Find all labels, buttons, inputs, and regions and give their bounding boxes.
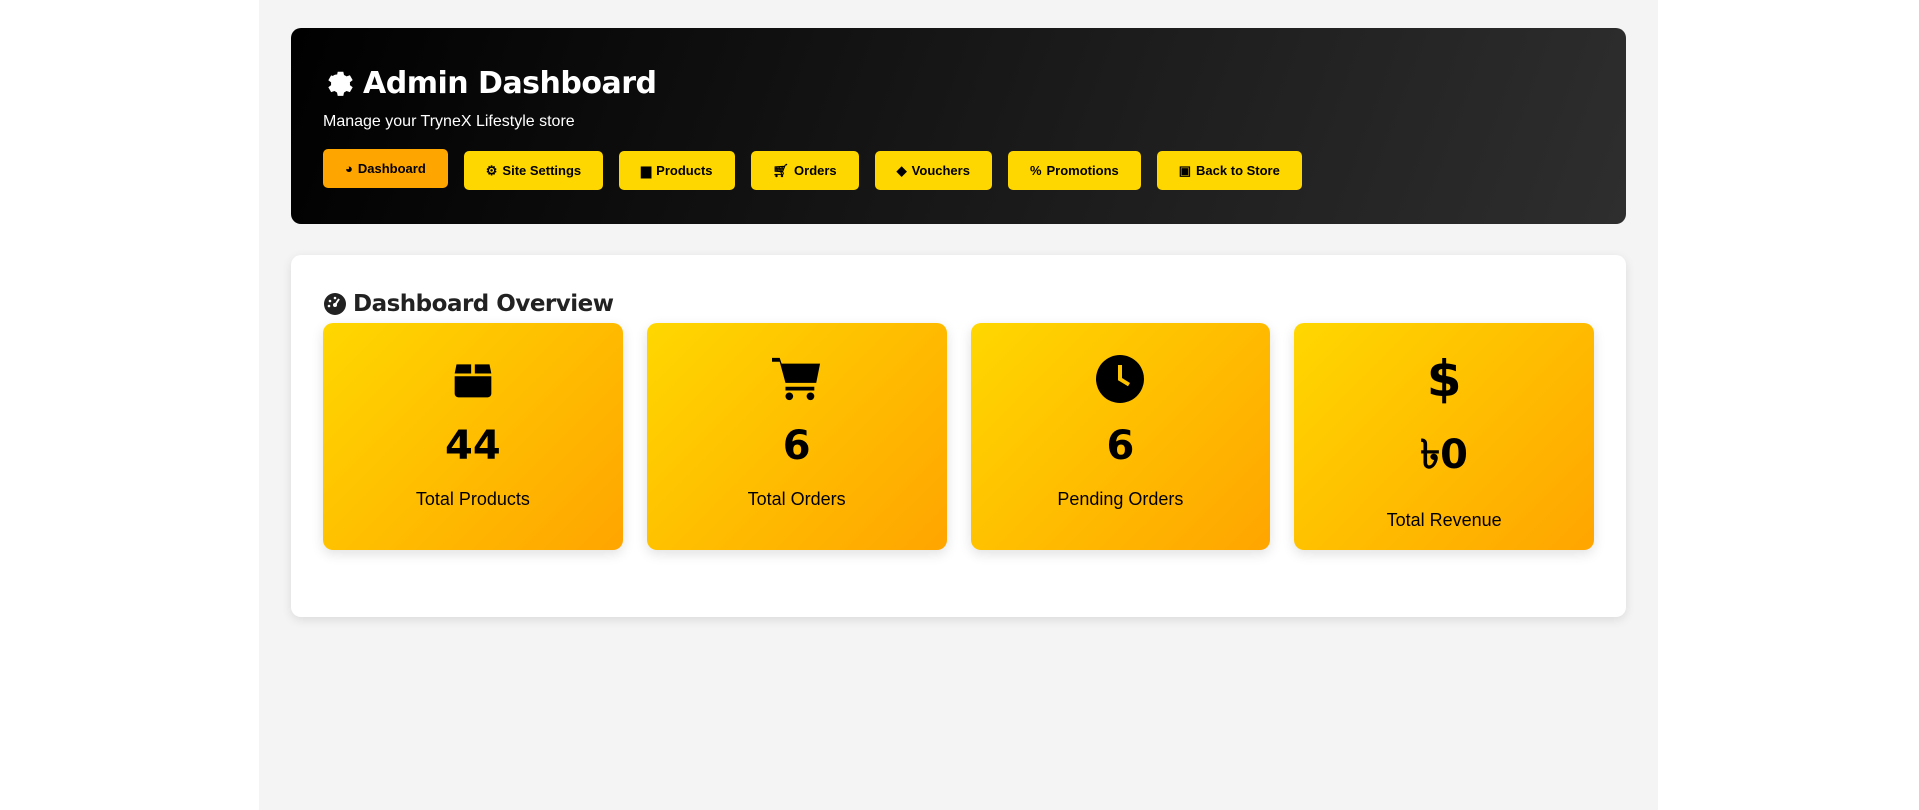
stat-label: Pending Orders [1057,489,1184,509]
dashboard-overview-section: Dashboard Overview 44 Total Products 6 T… [291,255,1626,617]
stat-label: Total Products [415,489,530,509]
stat-value: 6 [1106,423,1135,469]
stat-card-total-revenue: $ ৳0 Total Revenue [1294,323,1594,550]
stat-label: Total Orders [747,489,846,509]
stat-label: Total Revenue [1386,510,1502,530]
stat-card-total-products: 44 Total Products [323,323,623,550]
clock-icon [1096,353,1145,405]
admin-header: Admin Dashboard Manage your TryneX Lifes… [291,28,1626,224]
stat-value: ৳0 [1420,432,1468,478]
tags-icon: ◆ [896,162,907,178]
stat-cards: 44 Total Products 6 Total Orders 6 Pendi… [323,323,1594,550]
box-icon: ▆ [641,162,652,178]
gear-icon: ⚙ [485,162,498,178]
nav-dashboard-button[interactable]: ◕ Dashboard [323,149,448,188]
nav-label: Site Settings [502,163,582,178]
nav-promotions-button[interactable]: % Promotions [1007,151,1141,190]
nav-orders-button[interactable]: 🛒︎ Orders [750,151,859,190]
stat-card-total-orders: 6 Total Orders [646,323,947,550]
dollar-icon: $ [1426,350,1462,408]
box-icon [451,353,495,405]
nav-vouchers-button[interactable]: ◆ Vouchers [874,151,992,190]
gauge-icon: ◕ [345,161,353,176]
page-container: Admin Dashboard Manage your TryneX Lifes… [259,0,1658,810]
nav-site-settings-button[interactable]: ⚙ Site Settings [463,151,604,190]
nav-label: Promotions [1046,163,1119,178]
percent-icon: % [1029,163,1042,178]
nav-label: Orders [794,163,837,178]
stat-value: 6 [782,423,811,469]
nav-back-to-store-button[interactable]: ▣ Back to Store [1156,151,1302,190]
nav-label: Products [656,163,713,178]
nav-label: Back to Store [1196,163,1280,178]
gear-icon [328,71,353,96]
cart-icon [771,353,822,405]
stat-card-pending-orders: 6 Pending Orders [970,323,1271,550]
nav-label: Vouchers [911,163,970,178]
stat-value: 44 [445,423,501,469]
section-title: Dashboard Overview [323,291,1594,317]
admin-nav: ◕ Dashboard ⚙ Site Settings ▆ Products 🛒︎ Or… [323,149,1594,190]
nav-products-button[interactable]: ▆ Products [619,151,735,190]
gauge-icon [324,293,346,315]
cart-icon: 🛒︎ [772,162,790,178]
store-icon: ▣ [1178,162,1192,178]
section-title-text: Dashboard Overview [353,291,614,317]
page-title: Admin Dashboard [323,66,1594,101]
nav-label: Dashboard [357,161,426,176]
title-text: Admin Dashboard [363,66,657,101]
page-subtitle: Manage your TryneX Lifestyle store [323,113,575,130]
